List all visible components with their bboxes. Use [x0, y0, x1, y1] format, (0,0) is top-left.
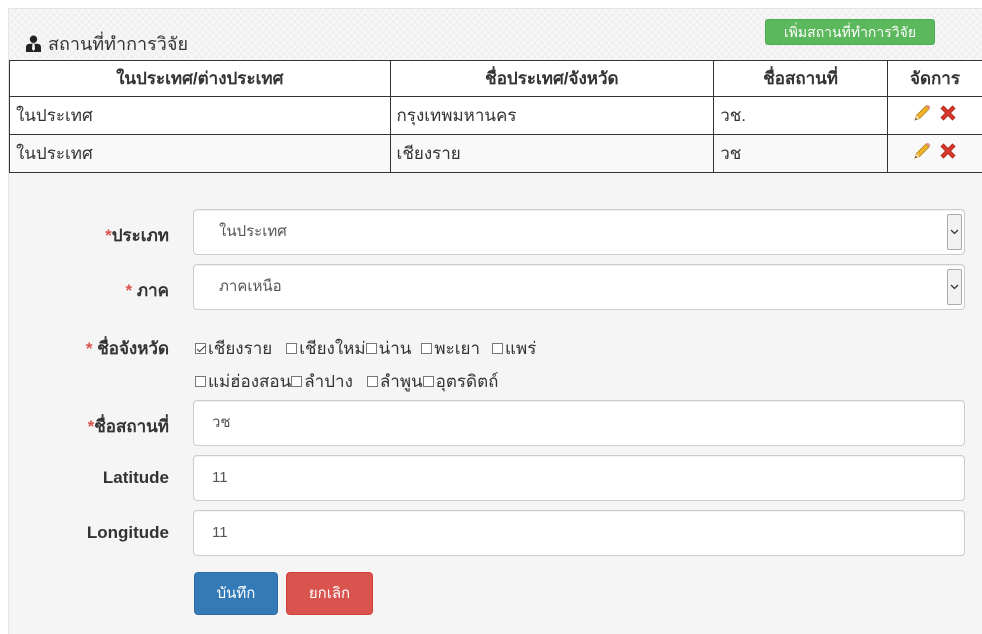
- panel-title: สถานที่ทำการวิจัย: [48, 34, 189, 54]
- province-checkbox[interactable]: อุตรดิตถ์: [422, 368, 498, 395]
- chevron-down-icon: [947, 269, 962, 305]
- cell-place-name: วช.: [713, 96, 889, 135]
- province-checkbox[interactable]: แพร่: [492, 335, 536, 362]
- checkbox[interactable]: [286, 343, 298, 354]
- checkbox[interactable]: [195, 376, 206, 387]
- province-checkbox[interactable]: เชียงใหม่: [286, 335, 366, 362]
- user-tie-icon: [25, 35, 42, 52]
- province-checkbox[interactable]: ลำปาง: [291, 368, 353, 395]
- column-header-country-province: ชื่อประเทศ/จังหวัด: [389, 60, 715, 97]
- latitude-label: Latitude: [102, 468, 169, 487]
- type-row: *ประเภท ในประเทศ: [9, 209, 982, 255]
- red-x-icon[interactable]: [938, 141, 958, 166]
- column-header-place-name: ชื่อสถานที่: [713, 60, 889, 97]
- cancel-button[interactable]: ยกเลิก: [286, 572, 373, 615]
- cell-place-name: วช: [713, 134, 889, 173]
- save-button[interactable]: บันทึก: [194, 572, 278, 615]
- table-row: ในประเทศ เชียงราย วช: [9, 134, 982, 173]
- table-row: ในประเทศ กรุงเทพมหานคร วช.: [9, 96, 982, 135]
- checkbox[interactable]: [366, 376, 378, 387]
- research-location-panel: สถานที่ทำการวิจัย เพิ่มสถานที่ทำการวิจัย…: [8, 8, 982, 634]
- cell-province: เชียงราย: [389, 134, 715, 173]
- cell-actions: [887, 134, 982, 173]
- province-checkbox[interactable]: น่าน: [365, 335, 411, 362]
- longitude-input[interactable]: 11: [193, 510, 965, 556]
- region-row: * ภาค ภาคเหนือ: [9, 264, 982, 310]
- pencil-icon[interactable]: [912, 103, 932, 128]
- province-label: * ชื่อจังหวัด: [85, 339, 169, 358]
- checkbox[interactable]: [365, 343, 377, 354]
- province-checkbox[interactable]: พะเยา: [421, 335, 480, 362]
- pencil-icon[interactable]: [912, 141, 932, 166]
- checkbox[interactable]: [422, 376, 434, 387]
- checkbox[interactable]: [195, 343, 206, 354]
- checkbox[interactable]: [291, 376, 303, 387]
- province-checkbox[interactable]: ลำพูน: [366, 368, 423, 395]
- checkbox[interactable]: [421, 343, 433, 354]
- province-row: * ชื่อจังหวัด เชียงราย เชียงใหม่ น่าน พะเยา…: [9, 331, 982, 401]
- region-label: * ภาค: [125, 281, 169, 300]
- place-row: *ชื่อสถานที่ วช: [9, 400, 982, 446]
- province-checkbox[interactable]: แม่ฮ่องสอน: [195, 368, 291, 395]
- cell-location-type: ในประเทศ: [9, 134, 391, 173]
- cell-location-type: ในประเทศ: [9, 96, 391, 135]
- latitude-row: Latitude 11: [9, 455, 982, 501]
- location-table: ในประเทศ/ต่างประเทศ ชื่อประเทศ/จังหวัด ช…: [9, 60, 982, 173]
- region-select[interactable]: ภาคเหนือ: [193, 264, 965, 310]
- type-select[interactable]: ในประเทศ: [193, 209, 965, 255]
- add-location-button[interactable]: เพิ่มสถานที่ทำการวิจัย: [765, 19, 935, 45]
- table-header-row: ในประเทศ/ต่างประเทศ ชื่อประเทศ/จังหวัด ช…: [9, 60, 982, 97]
- place-label: *ชื่อสถานที่: [87, 417, 169, 436]
- cell-actions: [887, 96, 982, 135]
- type-label: *ประเภท: [105, 226, 169, 245]
- red-x-icon[interactable]: [938, 103, 958, 128]
- cell-province: กรุงเทพมหานคร: [389, 96, 715, 135]
- column-header-manage: จัดการ: [887, 60, 982, 97]
- longitude-label: Longitude: [86, 523, 169, 542]
- checkbox[interactable]: [492, 343, 504, 354]
- panel-header: สถานที่ทำการวิจัย เพิ่มสถานที่ทำการวิจัย: [9, 9, 982, 63]
- place-name-input[interactable]: วช: [193, 400, 965, 446]
- latitude-input[interactable]: 11: [193, 455, 965, 501]
- chevron-down-icon: [947, 214, 962, 250]
- province-checkbox[interactable]: เชียงราย: [195, 335, 272, 362]
- column-header-domestic-foreign: ในประเทศ/ต่างประเทศ: [9, 60, 391, 97]
- longitude-row: Longitude 11: [9, 510, 982, 556]
